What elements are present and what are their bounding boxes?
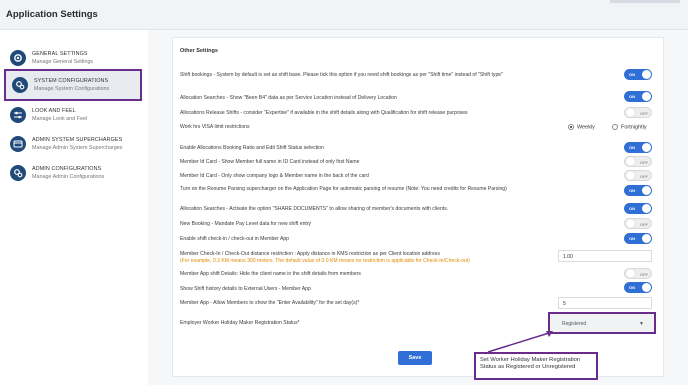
page: Application Settings GENERAL SETTINGS Ma… [0,0,688,385]
save-button[interactable]: Save [398,351,432,365]
callout-arrow [487,331,553,353]
annotation-callout: Set Worker Holiday Maker Registration St… [474,352,598,380]
